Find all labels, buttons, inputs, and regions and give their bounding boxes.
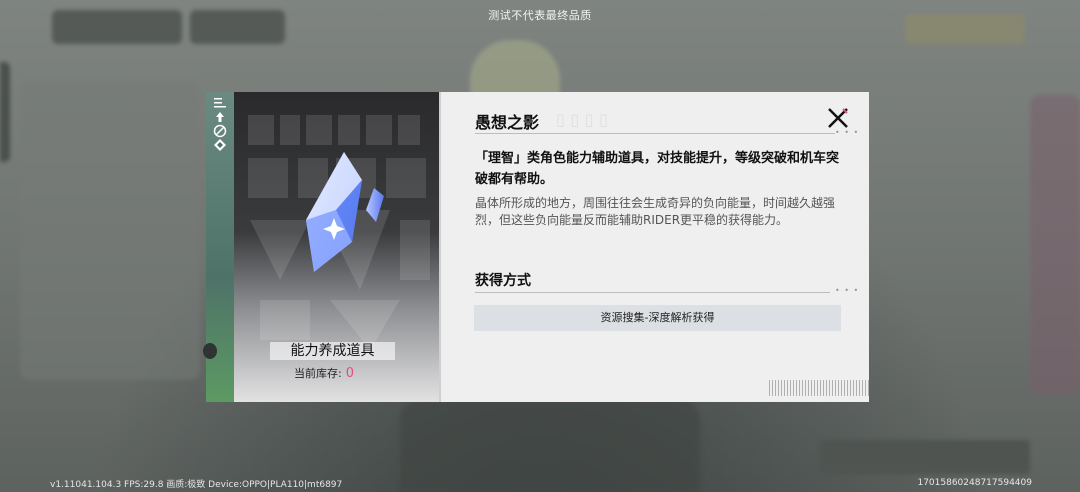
background-character bbox=[400, 400, 700, 492]
item-category-label: 能力养成道具 bbox=[270, 342, 395, 360]
decorative-dots: • • • bbox=[835, 128, 860, 137]
menu-lines-icon bbox=[213, 96, 227, 110]
game-screen: 测试不代表最终品质 v1.11041.104.3 FPS:29.8 画质:极致 … bbox=[0, 0, 1080, 492]
stock-row: 当前库存: 0 bbox=[294, 365, 414, 381]
decorative-dots: • • • bbox=[835, 286, 860, 295]
decorative-title-ghost: ▯ ▯ ▯ ▯ bbox=[556, 110, 608, 129]
background-panel bbox=[20, 80, 200, 380]
background-panel bbox=[1030, 95, 1080, 395]
acquire-source-button[interactable]: 资源搜集-深度解析获得 bbox=[474, 305, 841, 331]
item-description: 「理智」类角色能力辅助道具，对技能提升，等级突破和机车突破都有帮助。 bbox=[475, 151, 840, 187]
stock-count: 0 bbox=[345, 366, 354, 381]
no-entry-icon bbox=[213, 124, 227, 138]
divider bbox=[475, 133, 835, 134]
dialog-notch bbox=[203, 343, 217, 359]
background-side-tab bbox=[0, 62, 10, 162]
diamond-icon bbox=[213, 138, 227, 152]
item-detail-dialog: 能力养成道具 当前库存: 0 ▯ ▯ ▯ ▯ 愚想之影 「理智」类角色能力辅助道具… bbox=[203, 92, 869, 402]
item-title: 愚想之影 bbox=[475, 113, 540, 132]
divider bbox=[475, 292, 830, 293]
background-button bbox=[820, 440, 1030, 474]
uid-label: 17015860248717594409 bbox=[917, 478, 1032, 488]
stock-label: 当前库存: bbox=[294, 367, 342, 380]
item-info-panel: ▯ ▯ ▯ ▯ 愚想之影 「理智」类角色能力辅助道具，对技能提升，等级突破和机车… bbox=[439, 92, 869, 402]
test-watermark: 测试不代表最终品质 bbox=[488, 9, 592, 22]
item-preview-panel: 能力养成道具 当前库存: 0 bbox=[234, 92, 439, 402]
arrow-up-icon bbox=[213, 110, 227, 124]
dialog-side-strip bbox=[203, 92, 234, 402]
acquire-section-title: 获得方式 bbox=[475, 273, 531, 289]
item-lore: 晶体所形成的地方，周围往往会生成奇异的负向能量，时间越久越强烈，但这些负向能量反… bbox=[475, 196, 836, 227]
blue-crystal-icon bbox=[296, 150, 406, 280]
decorative-barcode bbox=[769, 380, 869, 396]
build-info: v1.11041.104.3 FPS:29.8 画质:极致 Device:OPP… bbox=[50, 480, 343, 490]
